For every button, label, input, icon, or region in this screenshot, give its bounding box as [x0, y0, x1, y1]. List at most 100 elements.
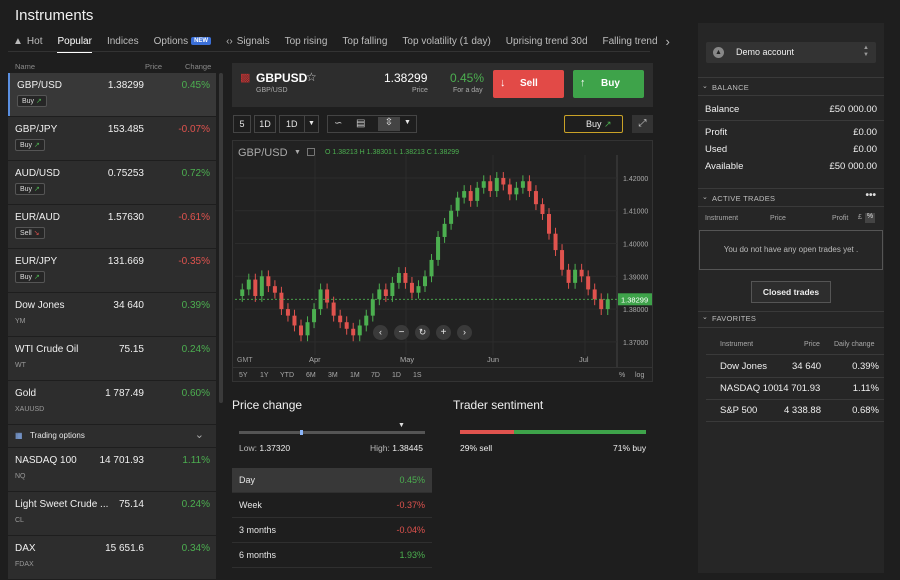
- interval-5-button[interactable]: 5: [233, 115, 251, 133]
- list-item[interactable]: Light Sweet Crude ... 75.14 0.24% CL: [8, 492, 216, 535]
- trading-options-toggle[interactable]: ▦ Trading options ⌄: [8, 425, 216, 447]
- tab-uprising-trend[interactable]: Uprising trend 30d: [506, 36, 588, 47]
- candle-body: [566, 269, 571, 283]
- log-toggle[interactable]: log: [635, 372, 644, 379]
- range-7d[interactable]: 7D: [371, 372, 380, 379]
- list-item[interactable]: Dow Jones 34 640 0.39% YM: [8, 293, 216, 336]
- range-3m[interactable]: 3M: [328, 372, 338, 379]
- list-scrollbar[interactable]: [219, 73, 223, 403]
- candle-body: [514, 187, 519, 195]
- interval-1d-button[interactable]: 1D: [254, 115, 276, 133]
- buy-button[interactable]: Buy ↗: [17, 95, 47, 107]
- area-chart-icon[interactable]: ▤: [356, 118, 365, 129]
- line-chart-icon[interactable]: ∽: [334, 118, 342, 129]
- zoom-out-icon[interactable]: −: [394, 325, 409, 340]
- closed-trades-button[interactable]: Closed trades: [751, 281, 831, 303]
- tab-indices[interactable]: Indices: [107, 36, 139, 47]
- candle-body: [436, 236, 441, 260]
- candle-body: [520, 181, 525, 188]
- candle-body: [246, 279, 251, 290]
- favorite-row[interactable]: S&P 500 4 338.88 0.68%: [698, 400, 884, 422]
- list-item[interactable]: GBP/USD 1.38299 0.45% Buy ↗: [8, 73, 216, 116]
- buy-button[interactable]: Buy ↗: [15, 139, 45, 151]
- star-icon[interactable]: ☆: [306, 70, 317, 84]
- interval-select[interactable]: 1D ▼: [279, 115, 319, 133]
- range-6m[interactable]: 6M: [306, 372, 316, 379]
- chevron-down-icon[interactable]: ⌄: [702, 82, 708, 90]
- chevron-right-icon[interactable]: ›: [666, 34, 670, 49]
- instrument-header: ▩ GBPUSD ☆ GBP/USD 1.38299 Price 0.45% F…: [232, 63, 653, 107]
- tab-popular[interactable]: Popular: [57, 36, 92, 53]
- period-row[interactable]: Week -0.37%: [232, 493, 432, 518]
- candle-body: [390, 282, 395, 296]
- chevron-down-icon: ▼: [304, 116, 318, 132]
- candle-body: [599, 299, 604, 310]
- range-1m[interactable]: 1M: [350, 372, 360, 379]
- buy-button[interactable]: ↑ Buy: [573, 70, 644, 98]
- reset-icon[interactable]: ↻: [415, 325, 430, 340]
- candle-body: [351, 328, 356, 336]
- flag-icon: ▩: [240, 72, 251, 84]
- list-item[interactable]: Gold 1 787.49 0.60% XAUUSD: [8, 381, 216, 424]
- buy-button[interactable]: Buy ↗: [15, 271, 45, 283]
- range-1s[interactable]: 1S: [413, 372, 422, 379]
- tab-top-rising[interactable]: Top rising: [285, 36, 328, 47]
- range-5y[interactable]: 5Y: [239, 372, 248, 379]
- price-tag-label: 1.38299: [621, 295, 648, 304]
- empty-trades-box: You do not have any open trades yet .: [699, 230, 883, 270]
- range-ytd[interactable]: YTD: [280, 372, 294, 379]
- candle-body: [253, 279, 258, 296]
- candle-body: [579, 269, 584, 277]
- period-row[interactable]: 3 months -0.04%: [232, 518, 432, 543]
- divider: [698, 327, 884, 328]
- candle-body: [586, 276, 591, 290]
- chart-type-selector[interactable]: ∽ ▤ ⇳ ▼: [327, 115, 417, 133]
- percent-toggle[interactable]: %: [619, 372, 625, 379]
- account-selector[interactable]: ▲ Demo account ▲ ▼: [706, 42, 876, 63]
- list-item[interactable]: DAX 15 651.6 0.34% FDAX: [8, 536, 216, 579]
- price-chart[interactable]: GBP/USD ▼ O 1.38213 H 1.38301 L 1.38213 …: [232, 140, 653, 382]
- y-tick-label: 1.37000: [623, 340, 648, 347]
- chevron-down-icon[interactable]: ⌄: [702, 313, 708, 321]
- list-item[interactable]: EUR/JPY 131.669 -0.35% Buy ↗: [8, 249, 216, 292]
- chevron-down-icon[interactable]: ▼: [404, 119, 411, 126]
- range-1y[interactable]: 1Y: [260, 372, 269, 379]
- range-1d[interactable]: 1D: [392, 372, 401, 379]
- tab-signals[interactable]: ‹› Signals: [226, 36, 269, 47]
- period-row[interactable]: 6 months 1.93%: [232, 543, 432, 568]
- fullscreen-icon[interactable]: ⤢: [632, 115, 653, 133]
- tab-top-volatility[interactable]: Top volatility (1 day): [402, 36, 490, 47]
- currency-toggle[interactable]: £: [858, 214, 862, 221]
- quick-buy-button[interactable]: Buy ↗: [564, 115, 623, 133]
- sell-button[interactable]: ↓ Sell: [493, 70, 564, 98]
- tab-top-falling[interactable]: Top falling: [342, 36, 387, 47]
- list-item[interactable]: AUD/USD 0.75253 0.72% Buy ↗: [8, 161, 216, 204]
- list-item[interactable]: EUR/AUD 1.57630 -0.61% Sell ↘: [8, 205, 216, 248]
- list-item[interactable]: WTI Crude Oil 75.15 0.24% WT: [8, 337, 216, 380]
- y-tick-label: 1.38000: [623, 307, 648, 314]
- candle-body: [370, 299, 375, 316]
- arrow-down-icon: ↘: [33, 230, 40, 237]
- chevron-right-icon[interactable]: ›: [457, 325, 472, 340]
- range-bar: 5Y 1Y YTD 6M 3M 1M 7D 1D 1S % log: [233, 367, 652, 382]
- tab-options[interactable]: Options NEW: [154, 36, 212, 47]
- sell-button[interactable]: Sell ↘: [15, 227, 45, 239]
- list-item[interactable]: GBP/JPY 153.485 -0.07% Buy ↗: [8, 117, 216, 160]
- period-row[interactable]: Day 0.45%: [232, 468, 432, 493]
- favorite-row[interactable]: NASDAQ 100 14 701.93 1.11%: [698, 378, 884, 400]
- percent-toggle[interactable]: %: [865, 213, 875, 223]
- chevron-down-icon[interactable]: ⌄: [702, 193, 708, 201]
- tab-falling-trend[interactable]: Falling trend: [603, 36, 658, 47]
- more-options-icon[interactable]: •••: [865, 190, 876, 201]
- chevron-down-icon: ⌄: [194, 429, 204, 441]
- sentiment-title: Trader sentiment: [453, 398, 544, 412]
- tab-hot[interactable]: ▲ Hot: [13, 36, 42, 47]
- list-item[interactable]: NASDAQ 100 14 701.93 1.11% NQ: [8, 448, 216, 491]
- chevron-left-icon[interactable]: ‹: [373, 325, 388, 340]
- candlestick-icon[interactable]: ⇳: [378, 117, 400, 131]
- favorite-row[interactable]: Dow Jones 34 640 0.39%: [698, 356, 884, 378]
- arrow-up-icon: ↗: [34, 186, 40, 193]
- y-tick-label: 1.42000: [623, 176, 648, 183]
- buy-button[interactable]: Buy ↗: [15, 183, 45, 195]
- zoom-in-icon[interactable]: +: [436, 325, 451, 340]
